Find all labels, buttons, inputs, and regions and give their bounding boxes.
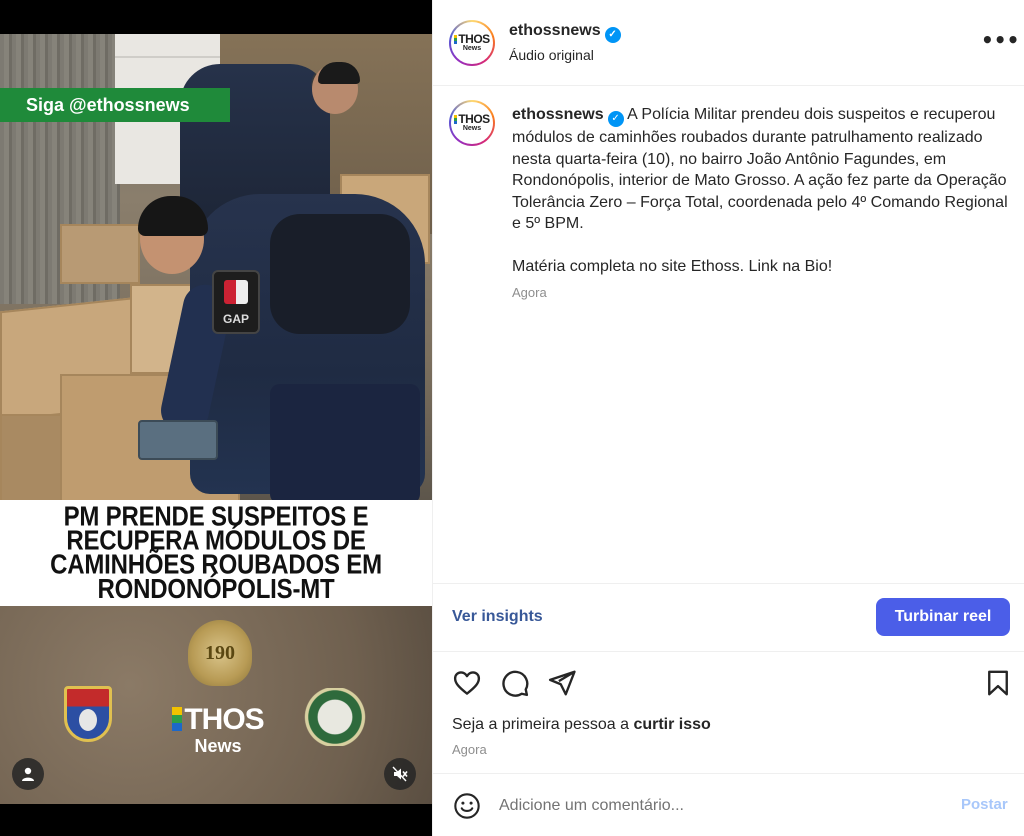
- caption-body-2: Matéria completa no site Ethoss. Link na…: [512, 257, 833, 275]
- likes-summary: Seja a primeira pessoa a curtir isso: [452, 716, 711, 733]
- post-timestamp: Agora: [452, 742, 487, 757]
- reel-video[interactable]: GAP Siga @ethossnews PM PRENDE SUSPEITOS…: [0, 0, 432, 836]
- send-icon[interactable]: [547, 668, 577, 698]
- view-insights-link[interactable]: Ver insights: [452, 608, 543, 626]
- letterbox-top: [0, 0, 432, 34]
- more-options-button[interactable]: •••: [981, 30, 1019, 54]
- header-username[interactable]: ethossnews ✓: [509, 22, 621, 43]
- muted-speaker-icon: [392, 766, 408, 782]
- vest-patch: GAP: [212, 270, 260, 334]
- regional-command-logo: [304, 688, 366, 746]
- avatar[interactable]: THOS News: [449, 20, 495, 66]
- comment-input[interactable]: [499, 792, 939, 820]
- comment-box: Postar: [433, 774, 1024, 836]
- video-headline: PM PRENDE SUSPEITOS E RECUPERA MÓDULOS D…: [50, 501, 382, 605]
- mute-button[interactable]: [384, 758, 416, 790]
- caption-avatar[interactable]: THOS News: [449, 100, 495, 146]
- caption-section: THOS News ethossnews ✓ A Polícia Militar …: [433, 86, 1024, 584]
- user-tag-button[interactable]: [12, 758, 44, 790]
- follow-banner: Siga @ethossnews: [0, 88, 230, 122]
- caption-text: ethossnews ✓ A Polícia Militar prendeu do…: [512, 104, 1012, 278]
- verified-badge-icon: ✓: [607, 111, 624, 127]
- reel-viewer: GAP Siga @ethossnews PM PRENDE SUSPEITOS…: [0, 0, 1024, 836]
- user-icon: [22, 767, 34, 781]
- bookmark-icon[interactable]: [983, 668, 1013, 698]
- post-header: THOS News ethossnews ✓ Áudio original •••: [433, 0, 1024, 86]
- badge-190-logo: 190: [188, 620, 252, 686]
- insights-row: Ver insights Turbinar reel: [433, 584, 1024, 652]
- action-bar: Seja a primeira pessoa a curtir isso Ago…: [433, 652, 1024, 774]
- post-comment-button[interactable]: Postar: [961, 796, 1008, 813]
- caption-body: A Polícia Militar prendeu dois suspeitos…: [512, 106, 1008, 233]
- emoji-icon[interactable]: [453, 792, 481, 820]
- caption-username[interactable]: ethossnews: [512, 106, 604, 123]
- ethos-news-logo: THOS News: [168, 704, 268, 760]
- heart-icon[interactable]: [452, 668, 482, 698]
- headline-box: PM PRENDE SUSPEITOS E RECUPERA MÓDULOS D…: [0, 500, 432, 606]
- boost-reel-button[interactable]: Turbinar reel: [876, 598, 1010, 636]
- police-shield-logo: [64, 686, 112, 742]
- post-panel: THOS News ethossnews ✓ Áudio original •••…: [432, 0, 1024, 836]
- letterbox-bottom: [0, 804, 432, 836]
- verified-badge-icon: ✓: [604, 27, 621, 43]
- caption-timestamp: Agora: [512, 285, 547, 300]
- audio-link[interactable]: Áudio original: [509, 47, 594, 63]
- like-this-link[interactable]: curtir isso: [633, 716, 710, 733]
- comment-icon[interactable]: [500, 668, 530, 698]
